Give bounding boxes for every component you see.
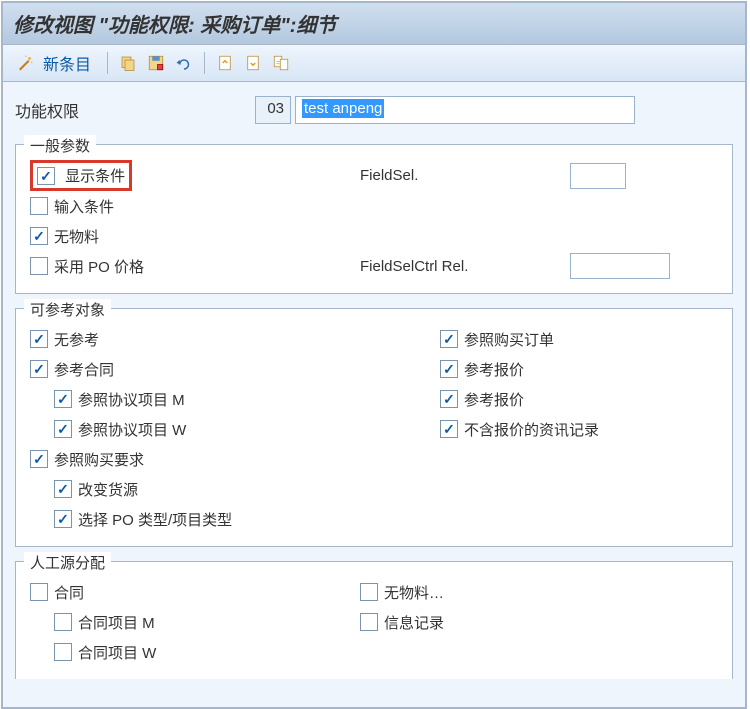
ref-agree-w-label: 参照协议项目 W xyxy=(78,419,186,440)
manual-info-record-label: 信息记录 xyxy=(384,612,444,633)
doc-nav3-icon[interactable] xyxy=(269,51,293,75)
ref-contract-label: 参考合同 xyxy=(54,359,114,380)
function-auth-code[interactable]: 03 xyxy=(255,96,291,124)
ref-objects-title: 可参考对象 xyxy=(24,299,111,320)
general-params-title: 一般参数 xyxy=(24,135,96,156)
adopt-po-price-label: 采用 PO 价格 xyxy=(54,256,144,277)
display-conditions-checkbox[interactable] xyxy=(37,167,55,185)
ref-agree-w-checkbox[interactable] xyxy=(54,420,72,438)
manual-no-material-label: 无物料… xyxy=(384,582,444,603)
ref-quote1-checkbox[interactable] xyxy=(440,360,458,378)
undo-icon[interactable] xyxy=(172,51,196,75)
input-conditions-label: 输入条件 xyxy=(54,196,114,217)
general-params-panel: 一般参数 显示条件 FieldSel. 输入条件 xyxy=(15,144,733,294)
display-conditions-highlight: 显示条件 xyxy=(30,160,132,191)
ref-pr-label: 参照购买要求 xyxy=(54,449,144,470)
manual-contract-m-label: 合同项目 M xyxy=(78,612,155,633)
wand-icon[interactable] xyxy=(13,51,37,75)
ref-agree-m-checkbox[interactable] xyxy=(54,390,72,408)
manual-contract-w-checkbox[interactable] xyxy=(54,643,72,661)
fieldselctrl-input[interactable] xyxy=(570,253,670,279)
manual-contract-m-checkbox[interactable] xyxy=(54,613,72,631)
doc-nav1-icon[interactable] xyxy=(213,51,237,75)
toolbar-separator xyxy=(107,52,108,74)
new-entry-link[interactable]: 新条目 xyxy=(43,51,91,75)
ref-quote2-checkbox[interactable] xyxy=(440,390,458,408)
content-area: 功能权限 03 test anpeng 一般参数 显示条件 FieldSel. xyxy=(3,82,745,707)
ref-pr-checkbox[interactable] xyxy=(30,450,48,468)
function-auth-desc[interactable]: test anpeng xyxy=(295,96,635,124)
ref-quote1-label: 参考报价 xyxy=(464,359,524,380)
manual-contract-checkbox[interactable] xyxy=(30,583,48,601)
manual-source-panel: 人工源分配 合同 合同项目 M 合同项目 W 无物料… 信息记录 xyxy=(15,561,733,679)
function-auth-row: 功能权限 03 test anpeng xyxy=(15,96,733,124)
no-ref-label: 无参考 xyxy=(54,329,99,350)
fieldsel-input[interactable] xyxy=(570,163,626,189)
copy-icon[interactable] xyxy=(116,51,140,75)
info-no-quote-checkbox[interactable] xyxy=(440,420,458,438)
manual-source-title: 人工源分配 xyxy=(24,552,111,573)
change-src-checkbox[interactable] xyxy=(54,480,72,498)
ref-po-checkbox[interactable] xyxy=(440,330,458,348)
adopt-po-price-checkbox[interactable] xyxy=(30,257,48,275)
save-icon[interactable] xyxy=(144,51,168,75)
manual-contract-label: 合同 xyxy=(54,582,84,603)
toolbar-separator xyxy=(204,52,205,74)
ref-contract-checkbox[interactable] xyxy=(30,360,48,378)
app-window: 修改视图 "功能权限: 采购订单":细节 新条目 功能权限 03 test an… xyxy=(1,1,747,709)
change-src-label: 改变货源 xyxy=(78,479,138,500)
info-no-quote-label: 不含报价的资讯记录 xyxy=(464,419,599,440)
function-auth-label: 功能权限 xyxy=(15,98,255,122)
manual-no-material-checkbox[interactable] xyxy=(360,583,378,601)
function-auth-desc-text: test anpeng xyxy=(302,99,384,118)
ref-quote2-label: 参考报价 xyxy=(464,389,524,410)
manual-contract-w-label: 合同项目 W xyxy=(78,642,156,663)
select-po-type-checkbox[interactable] xyxy=(54,510,72,528)
display-conditions-label: 显示条件 xyxy=(65,168,125,185)
select-po-type-label: 选择 PO 类型/项目类型 xyxy=(78,509,232,530)
no-material-label: 无物料 xyxy=(54,226,99,247)
manual-info-record-checkbox[interactable] xyxy=(360,613,378,631)
ref-po-label: 参照购买订单 xyxy=(464,329,554,350)
input-conditions-checkbox[interactable] xyxy=(30,197,48,215)
toolbar: 新条目 xyxy=(3,45,745,82)
ref-objects-panel: 可参考对象 无参考 参考合同 参照协议项目 M 参照协议项目 W 参照购买要求 … xyxy=(15,308,733,547)
window-title: 修改视图 "功能权限: 采购订单":细节 xyxy=(3,3,745,45)
doc-nav2-icon[interactable] xyxy=(241,51,265,75)
ref-agree-m-label: 参照协议项目 M xyxy=(78,389,185,410)
fieldsel-label: FieldSel. xyxy=(360,167,570,184)
no-material-checkbox[interactable] xyxy=(30,227,48,245)
fieldselctrl-label: FieldSelCtrl Rel. xyxy=(360,258,570,275)
no-ref-checkbox[interactable] xyxy=(30,330,48,348)
